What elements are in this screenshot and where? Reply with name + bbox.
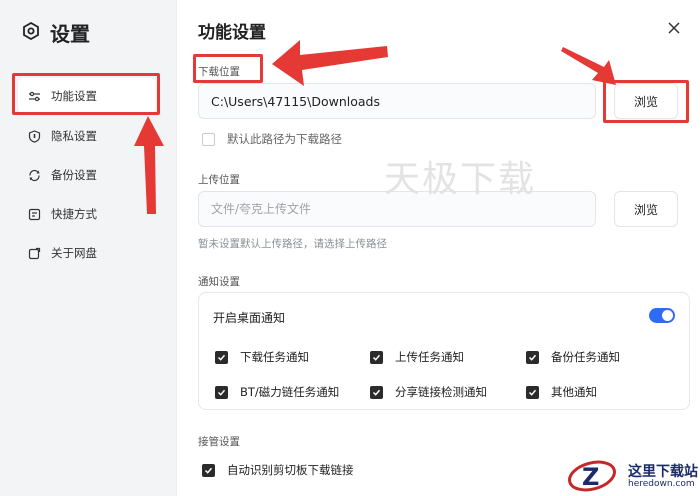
sidebar-item-function[interactable]: 功能设置 <box>18 78 156 114</box>
shield-icon <box>28 129 41 143</box>
logo-en-text: heredown.com <box>628 478 695 489</box>
checkbox-checked-icon[interactable] <box>370 350 383 364</box>
main-panel: 功能设置 下载位置 C:\Users\47115\Downloads 浏览 默认… <box>176 0 700 496</box>
takeover-settings-label: 接管设置 <box>198 436 240 448</box>
notify-option-share[interactable]: 分享链接检测通知 <box>370 384 487 400</box>
site-logo: Z 这里下载站 heredown.com <box>566 458 698 496</box>
sliders-icon <box>28 90 41 103</box>
default-download-checkbox[interactable] <box>202 132 215 146</box>
logo-cn-text: 这里下载站 <box>628 463 698 480</box>
notify-option-label: 下载任务通知 <box>240 350 309 364</box>
notify-option-download[interactable]: 下载任务通知 <box>215 349 309 365</box>
upload-path-field[interactable] <box>198 191 596 227</box>
info-icon <box>28 247 41 260</box>
download-location-label: 下载位置 <box>198 66 240 78</box>
notify-option-label: 分享链接检测通知 <box>395 385 487 399</box>
notify-option-backup[interactable]: 备份任务通知 <box>526 349 620 365</box>
notify-settings-label: 通知设置 <box>198 276 240 288</box>
download-browse-button[interactable]: 浏览 <box>614 83 678 119</box>
svg-text:Z: Z <box>582 463 599 491</box>
notify-option-upload[interactable]: 上传任务通知 <box>370 349 464 365</box>
checkbox-checked-icon[interactable] <box>370 385 383 399</box>
download-path-field[interactable]: C:\Users\47115\Downloads <box>198 83 596 119</box>
sidebar-item-label: 隐私设置 <box>51 129 97 143</box>
checkbox-checked-icon[interactable] <box>215 385 228 399</box>
checkbox-checked-icon[interactable] <box>215 350 228 364</box>
sidebar-item-privacy[interactable]: 隐私设置 <box>18 118 156 154</box>
toggle-knob <box>662 310 673 321</box>
sidebar-item-label: 功能设置 <box>51 89 97 103</box>
notify-option-label: 上传任务通知 <box>395 350 464 364</box>
upload-browse-button[interactable]: 浏览 <box>614 191 678 227</box>
desktop-notify-toggle[interactable] <box>649 308 675 323</box>
sidebar-item-label: 关于网盘 <box>51 246 97 260</box>
upload-location-label: 上传位置 <box>198 174 240 186</box>
sync-icon <box>28 169 41 182</box>
default-download-path-row[interactable]: 默认此路径为下载路径 <box>202 131 342 147</box>
notify-option-bt[interactable]: BT/磁力链任务通知 <box>215 384 339 400</box>
sidebar-item-shortcut[interactable]: 快捷方式 <box>18 196 156 232</box>
sidebar-item-backup[interactable]: 备份设置 <box>18 157 156 193</box>
clipboard-detect-label: 自动识别剪切板下载链接 <box>227 463 354 477</box>
notify-card: 开启桌面通知 下载任务通知 上传任务通知 备份任务通知 BT/磁力链任务通知 分… <box>198 292 690 410</box>
close-button[interactable] <box>664 18 684 38</box>
app-title: 设置 <box>22 18 90 47</box>
shortcut-icon <box>28 208 41 221</box>
upload-path-input[interactable] <box>211 202 595 216</box>
checkbox-checked-icon[interactable] <box>526 385 539 399</box>
upload-hint: 暂未设置默认上传路径，请选择上传路径 <box>198 238 387 250</box>
notify-option-other[interactable]: 其他通知 <box>526 384 597 400</box>
settings-hex-icon <box>22 21 40 44</box>
sidebar-item-about[interactable]: 关于网盘 <box>18 235 156 271</box>
z-logo-icon: Z <box>566 458 622 496</box>
sidebar-item-label: 快捷方式 <box>51 207 97 221</box>
download-path-value: C:\Users\47115\Downloads <box>211 93 380 109</box>
sidebar: 设置 功能设置 隐私设置 备份设置 快捷方式 关于网盘 <box>0 0 176 496</box>
close-icon <box>668 19 680 38</box>
page-title: 功能设置 <box>198 23 266 43</box>
notify-option-label: 其他通知 <box>551 385 597 399</box>
app-title-text: 设置 <box>50 22 90 46</box>
sidebar-item-label: 备份设置 <box>51 168 97 182</box>
clipboard-detect-row[interactable]: 自动识别剪切板下载链接 <box>202 462 354 478</box>
desktop-notify-label: 开启桌面通知 <box>213 311 286 325</box>
default-download-label: 默认此路径为下载路径 <box>227 132 342 146</box>
notify-option-label: 备份任务通知 <box>551 350 620 364</box>
checkbox-checked-icon[interactable] <box>202 463 215 477</box>
checkbox-checked-icon[interactable] <box>526 350 539 364</box>
notify-option-label: BT/磁力链任务通知 <box>240 385 340 399</box>
